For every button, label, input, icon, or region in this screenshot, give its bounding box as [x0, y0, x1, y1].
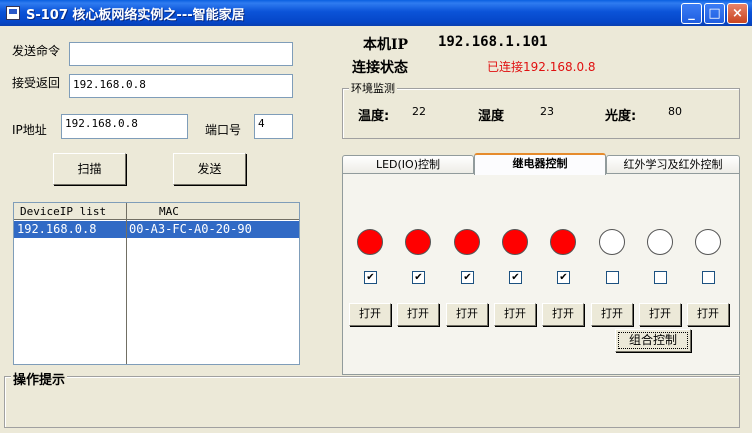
connection-status-value: 已连接192.168.0.8: [487, 60, 596, 74]
port-input[interactable]: 4: [254, 114, 293, 139]
main-window: S-107 核心板网络实例之---智能家居 _ □ × 发送命令 接受返回 19…: [0, 0, 752, 433]
temperature-value: 22: [412, 105, 426, 118]
receive-label: 接受返回: [12, 76, 61, 90]
tab-infrared[interactable]: 红外学习及红外控制: [606, 155, 740, 174]
humidity-label: 湿度: [478, 109, 505, 124]
receive-output[interactable]: 192.168.0.8: [69, 74, 293, 98]
device-row[interactable]: 192.168.0.8 00-A3-FC-A0-20-90: [14, 221, 299, 238]
light-value: 80: [668, 105, 682, 118]
relay-open-button-4[interactable]: 打开: [494, 303, 536, 326]
relay-checkbox-7[interactable]: [654, 271, 667, 284]
relay-panel: 组合控制 ✔ 打开 ✔ 打开 ✔ 打开 ✔ 打开 ✔ 打开 打开 打开 打开: [342, 173, 740, 375]
hint-group: 操作提示: [4, 369, 740, 428]
device-list[interactable]: DeviceIP list MAC 192.168.0.8 00-A3-FC-A…: [13, 202, 300, 365]
relay-open-button-2[interactable]: 打开: [397, 303, 439, 326]
app-icon[interactable]: [6, 6, 20, 20]
connection-status-label: 连接状态: [352, 60, 408, 76]
relay-checkbox-4[interactable]: ✔: [509, 271, 522, 284]
close-button[interactable]: ×: [727, 3, 748, 24]
relay-checkbox-6[interactable]: [606, 271, 619, 284]
relay-open-button-7[interactable]: 打开: [639, 303, 681, 326]
combo-control-button[interactable]: 组合控制: [615, 329, 691, 352]
title-bar[interactable]: S-107 核心板网络实例之---智能家居 _ □ ×: [0, 0, 752, 26]
col-device-ip[interactable]: DeviceIP list: [20, 205, 106, 218]
maximize-button[interactable]: □: [704, 3, 725, 24]
device-list-header: DeviceIP list MAC: [14, 203, 299, 220]
send-button[interactable]: 发送: [173, 153, 246, 185]
relay-lamp-7: [647, 229, 673, 255]
relay-open-button-6[interactable]: 打开: [591, 303, 633, 326]
tab-relay[interactable]: 继电器控制: [474, 153, 606, 175]
send-command-label: 发送命令: [12, 44, 61, 58]
relay-checkbox-8[interactable]: [702, 271, 715, 284]
local-ip-value: 192.168.1.101: [438, 34, 548, 50]
temperature-label: 温度:: [358, 109, 390, 124]
relay-lamp-8: [695, 229, 721, 255]
relay-lamp-5: [550, 229, 576, 255]
relay-open-button-8[interactable]: 打开: [687, 303, 729, 326]
scan-button[interactable]: 扫描: [53, 153, 126, 185]
device-mac-cell: 00-A3-FC-A0-20-90: [129, 222, 252, 236]
send-command-input[interactable]: [69, 42, 293, 66]
window-title: S-107 核心板网络实例之---智能家居: [26, 8, 245, 23]
relay-checkbox-5[interactable]: ✔: [557, 271, 570, 284]
relay-open-button-3[interactable]: 打开: [446, 303, 488, 326]
minimize-button[interactable]: _: [681, 3, 702, 24]
ip-label: IP地址: [12, 123, 47, 137]
column-divider[interactable]: [126, 203, 127, 364]
env-monitor-title: 环境监测: [349, 80, 397, 96]
col-mac[interactable]: MAC: [159, 205, 179, 218]
relay-lamp-2: [405, 229, 431, 255]
env-monitor-group: 环境监测 温度: 22 湿度 23 光度: 80: [342, 80, 740, 139]
relay-checkbox-1[interactable]: ✔: [364, 271, 377, 284]
relay-open-button-5[interactable]: 打开: [542, 303, 584, 326]
control-tabs: LED(IO)控制 继电器控制 红外学习及红外控制 组合控制 ✔ 打开 ✔ 打开 ✔ 打开…: [342, 153, 740, 375]
local-ip-label: 本机IP: [363, 37, 409, 53]
relay-lamp-3: [454, 229, 480, 255]
port-label: 端口号: [205, 123, 242, 137]
ip-input[interactable]: 192.168.0.8: [61, 114, 188, 139]
relay-lamp-4: [502, 229, 528, 255]
hint-title: 操作提示: [11, 369, 68, 388]
light-label: 光度:: [605, 109, 637, 124]
relay-lamp-6: [599, 229, 625, 255]
tab-led-io[interactable]: LED(IO)控制: [342, 155, 474, 174]
relay-lamp-1: [357, 229, 383, 255]
device-ip-cell: 192.168.0.8: [17, 222, 97, 236]
relay-open-button-1[interactable]: 打开: [349, 303, 391, 326]
humidity-value: 23: [540, 105, 554, 118]
relay-checkbox-3[interactable]: ✔: [461, 271, 474, 284]
relay-checkbox-2[interactable]: ✔: [412, 271, 425, 284]
